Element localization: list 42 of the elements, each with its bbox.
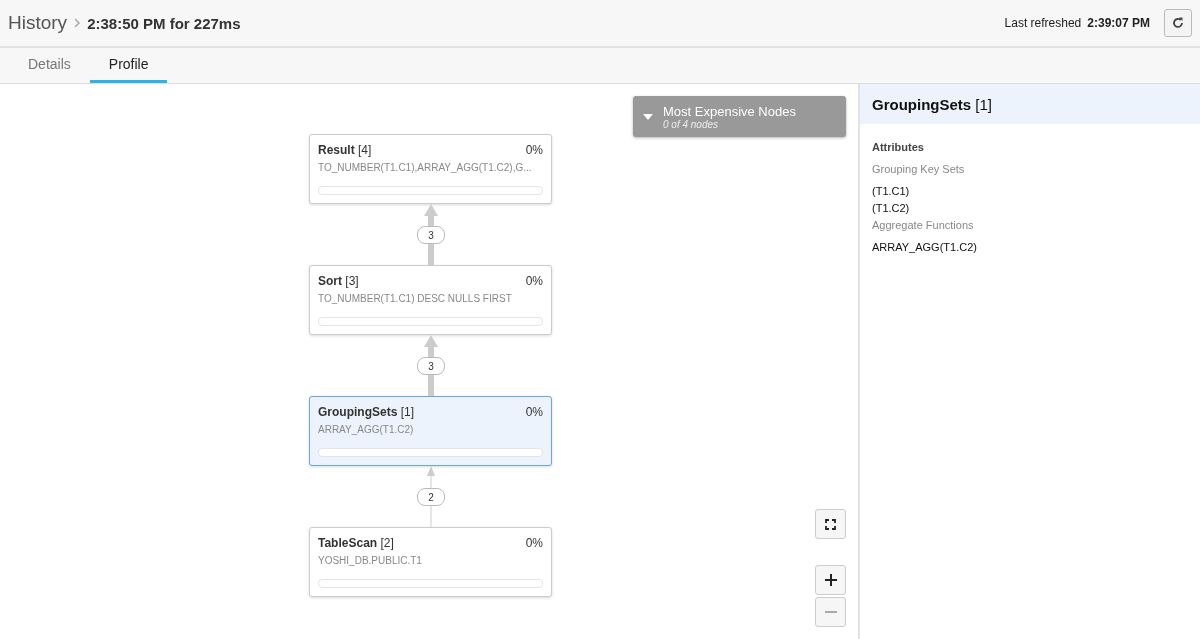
refreshed-label: Last refreshed [1004, 16, 1082, 30]
caret-down-icon [643, 113, 653, 120]
attribute-value: ARRAY_AGG(T1.C2) [872, 240, 978, 255]
expensive-nodes-count: 0 of 4 nodes [663, 118, 719, 130]
zoom-in-button[interactable] [815, 565, 846, 595]
attribute-value: (T1.C1) [872, 184, 911, 199]
minus-icon [824, 611, 837, 613]
node-detail: TO_NUMBER(T1.C1),ARRAY_AGG(T1.C2),G... [318, 162, 533, 173]
row-count-label: 3 [417, 226, 445, 244]
expensive-nodes-title: Most Expensive Nodes [663, 103, 796, 119]
section-heading: Attributes [872, 141, 925, 153]
query-title: 2:38:50 PM for 227ms [87, 14, 241, 32]
node-detail: ARRAY_AGG(T1.C2) [318, 424, 415, 435]
node-title: GroupingSets [1] [318, 405, 415, 419]
plus-icon [824, 574, 837, 586]
refresh-button[interactable] [1164, 9, 1192, 37]
row-count-label: 2 [417, 488, 445, 506]
fit-to-screen-button[interactable] [815, 509, 846, 539]
refreshed-time: 2:39:07 PM [1087, 16, 1150, 30]
node-title: TableScan [2] [318, 536, 394, 550]
tab[interactable]: Details [9, 48, 90, 83]
breadcrumb-link[interactable]: History [8, 12, 68, 34]
node-title: Sort [3] [318, 274, 359, 288]
attribute-label: Grouping Key Sets [872, 163, 966, 175]
plan-node[interactable]: Sort [3] 0% TO_NUMBER(T1.C1) DESC NULLS FIRST [309, 265, 552, 335]
attribute-value: (T1.C2) [872, 201, 911, 216]
expand-icon [825, 518, 836, 530]
row-count-label: 3 [417, 357, 445, 375]
panel-title: GroupingSets [1] [872, 95, 993, 113]
plan-node[interactable]: GroupingSets [1] 0% ARRAY_AGG(T1.C2) [309, 396, 552, 466]
node-detail: TO_NUMBER(T1.C1) DESC NULLS FIRST [318, 293, 513, 304]
plan-node[interactable]: TableScan [2] 0% YOSHI_DB.PUBLIC.T1 [309, 527, 552, 597]
node-detail: YOSHI_DB.PUBLIC.T1 [318, 555, 423, 566]
refresh-icon [1171, 16, 1185, 30]
node-title: Result [4] [318, 143, 372, 157]
chevron-right-icon [73, 18, 82, 28]
node-percent: 0% [525, 405, 543, 419]
node-percent: 0% [525, 143, 543, 157]
plan-node[interactable]: Result [4] 0% TO_NUMBER(T1.C1),ARRAY_AGG(T1.C2),G... [309, 134, 552, 204]
node-percent: 0% [525, 536, 543, 550]
node-percent: 0% [525, 274, 543, 288]
attribute-label: Aggregate Functions [872, 219, 975, 231]
